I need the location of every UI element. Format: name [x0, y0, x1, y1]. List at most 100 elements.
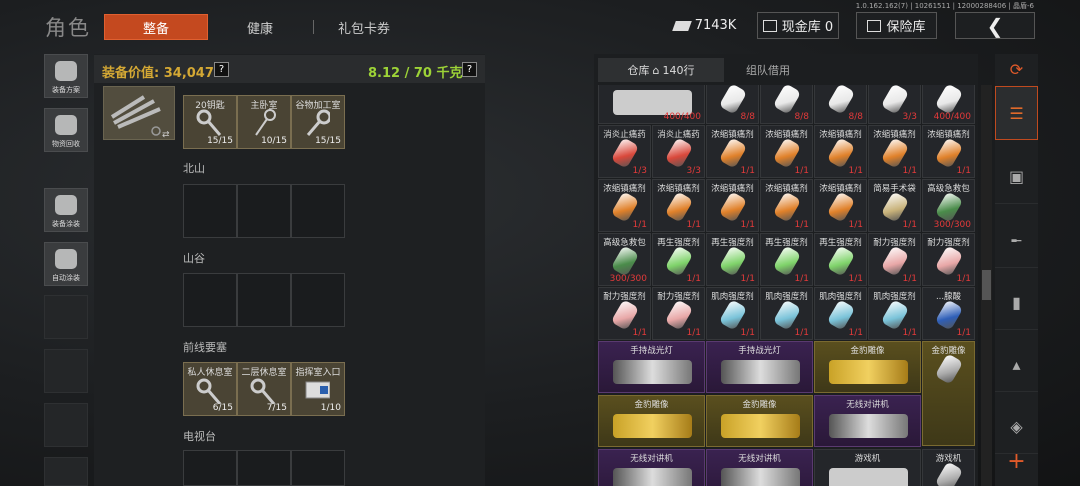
inventory-item[interactable]: 特效...8/8 — [706, 85, 759, 124]
item-icon — [718, 299, 748, 331]
empty-key-slot[interactable] — [237, 450, 291, 486]
inventory-item[interactable]: 耐力强度剂 1/1 — [868, 233, 921, 286]
inventory-item[interactable]: 浓缩镇痛剂 1/1 — [706, 179, 759, 232]
inventory-item[interactable]: 高级急救包 300/300 — [598, 233, 651, 286]
inventory-item[interactable]: 浓缩镇痛剂 1/1 — [760, 179, 813, 232]
empty-key-slot[interactable] — [183, 450, 237, 486]
home-icon: ⌂ — [652, 63, 660, 77]
inventory-item[interactable]: 肌肉强度剂 1/1 — [868, 287, 921, 340]
recycle-button[interactable]: 物资回收 — [44, 108, 88, 152]
inventory-item[interactable]: 再生强度剂 1/1 — [814, 233, 867, 286]
key-slot[interactable]: 二层休息室 7/15 — [237, 362, 291, 416]
inventory-item[interactable]: 简易手术袋 1/1 — [868, 179, 921, 232]
empty-key-slot[interactable] — [183, 184, 237, 238]
inventory-item[interactable]: 再生强度剂 1/1 — [760, 233, 813, 286]
scrollbar-thumb[interactable] — [982, 270, 991, 300]
tab-warehouse[interactable]: 仓库 ⌂ 140行 — [598, 58, 724, 82]
tab-health[interactable]: 健康 — [218, 14, 302, 40]
help-icon[interactable]: ? — [462, 62, 477, 77]
inventory-item[interactable]: 无线对讲机 — [706, 449, 813, 486]
empty-key-slot[interactable] — [237, 273, 291, 327]
empty-slot — [44, 295, 88, 339]
item-icon — [880, 191, 910, 223]
inventory-item[interactable]: 浓缩镇痛剂 1/1 — [706, 125, 759, 178]
inventory-item[interactable]: 浓缩镇痛剂 1/1 — [598, 179, 651, 232]
inventory-item[interactable]: 浓缩镇痛剂 1/1 — [814, 179, 867, 232]
inventory-item[interactable]: 肌肉强度剂 1/1 — [814, 287, 867, 340]
inventory-item[interactable]: 金豹雕像 — [814, 341, 921, 393]
inventory-item[interactable]: 耐力强度剂 1/1 — [652, 287, 705, 340]
tab-prepare[interactable]: 整备 — [104, 14, 208, 40]
category-ammo[interactable]: ▴ — [995, 338, 1038, 392]
inventory-item[interactable]: 手持战光灯 — [706, 341, 813, 393]
loadout-plan-button[interactable]: 装备方案 — [44, 54, 88, 98]
add-icon[interactable]: + — [995, 446, 1038, 476]
empty-key-slot[interactable] — [183, 273, 237, 327]
inventory-item[interactable]: 浓缩镇痛剂 1/1 — [814, 125, 867, 178]
tab-team-borrow[interactable]: 组队借用 — [728, 58, 808, 82]
help-icon[interactable]: ? — [214, 62, 229, 77]
empty-key-slot[interactable] — [237, 184, 291, 238]
category-magazines[interactable]: ▮ — [995, 276, 1038, 330]
inventory-item[interactable]: 浓缩镇痛剂 1/1 — [922, 125, 975, 178]
cash-vault-button[interactable]: 现金库 0 — [757, 12, 839, 39]
inventory-item[interactable]: 特效...8/8 — [760, 85, 813, 124]
inventory-item[interactable]: 浓缩镇痛剂 1/1 — [652, 179, 705, 232]
item-icon — [934, 299, 964, 331]
inventory-item[interactable]: 400/400 — [598, 85, 705, 124]
inventory-item[interactable]: 高级急救包 300/300 — [922, 179, 975, 232]
category-armor[interactable]: ▣ — [995, 150, 1038, 204]
key-slot[interactable]: 谷物加工室 15/15 — [291, 95, 345, 149]
item-count: 1/1 — [902, 166, 917, 176]
layers-refresh-icon[interactable]: ⟳ — [995, 54, 1038, 84]
auto-skin-button[interactable]: 自动涂装 — [44, 242, 88, 286]
inventory-item[interactable]: 耐力强度剂 1/1 — [922, 233, 975, 286]
safe-icon — [867, 19, 882, 32]
inventory-item[interactable]: 耐力强度剂 1/1 — [598, 287, 651, 340]
inventory-item[interactable]: 400/400 — [922, 85, 975, 124]
inventory-item[interactable]: 浓缩镇痛剂 1/1 — [868, 125, 921, 178]
category-all[interactable]: ☰ — [995, 86, 1038, 140]
inventory-item[interactable]: 消炎止痛药 1/3 — [598, 125, 651, 178]
inventory-item[interactable]: 特效...8/8 — [814, 85, 867, 124]
safe-button[interactable]: 保险库 — [856, 12, 937, 39]
inventory-item[interactable]: 金豹雕像 — [922, 341, 975, 446]
inventory-item[interactable]: 手持战光灯 — [598, 341, 705, 393]
ammo-icon: ▴ — [1012, 355, 1021, 374]
back-button[interactable]: ❮ — [955, 12, 1035, 39]
inventory-item[interactable]: 金豹雕像 — [706, 395, 813, 447]
inventory-item[interactable]: ...腺酸 1/1 — [922, 287, 975, 340]
item-count: 400/400 — [663, 112, 701, 122]
keycard-icon — [305, 381, 330, 399]
inventory-item[interactable]: 再生强度剂 1/1 — [652, 233, 705, 286]
loadout-icon — [55, 61, 77, 81]
key-slot[interactable]: 20钥匙 15/15 — [183, 95, 237, 149]
equipment-value: 装备价值: 34,047 — [102, 66, 214, 81]
item-count: 3/3 — [902, 112, 917, 122]
category-weapons[interactable]: ╾ — [995, 214, 1038, 268]
region-title: 前线要塞 — [183, 341, 227, 354]
region-title: 山谷 — [183, 252, 205, 265]
inventory-item[interactable]: 无线对讲机 — [598, 449, 705, 486]
inventory-item[interactable]: 游戏机 — [814, 449, 921, 486]
inventory-item[interactable]: 游戏机 — [922, 449, 975, 486]
inventory-item[interactable]: 肌肉强度剂 1/1 — [760, 287, 813, 340]
inventory-item[interactable]: 无线对讲机 — [814, 395, 921, 447]
inventory-item[interactable]: 金豹雕像 — [598, 395, 705, 447]
empty-key-slot[interactable] — [291, 450, 345, 486]
inventory-item[interactable]: 再生强度剂 1/1 — [706, 233, 759, 286]
keychain-item[interactable]: ⇄ — [103, 86, 175, 140]
inventory-item[interactable]: 浓缩镇痛剂 1/1 — [760, 125, 813, 178]
inventory-item[interactable]: 消炎...3/3 — [868, 85, 921, 124]
empty-key-slot[interactable] — [291, 184, 345, 238]
currency-display[interactable]: 7143K — [669, 12, 741, 39]
tab-gifts[interactable]: 礼包卡券 — [322, 14, 406, 40]
key-slot[interactable]: 主卧室 10/15 — [237, 95, 291, 149]
key-slot[interactable]: 指挥室入口 1/10 — [291, 362, 345, 416]
skin-button[interactable]: 装备涂装 — [44, 188, 88, 232]
inventory-item[interactable]: 消炎止痛药 3/3 — [652, 125, 705, 178]
item-count: 1/1 — [686, 328, 701, 338]
inventory-item[interactable]: 肌肉强度剂 1/1 — [706, 287, 759, 340]
key-slot[interactable]: 私人休息室 6/15 — [183, 362, 237, 416]
empty-key-slot[interactable] — [291, 273, 345, 327]
